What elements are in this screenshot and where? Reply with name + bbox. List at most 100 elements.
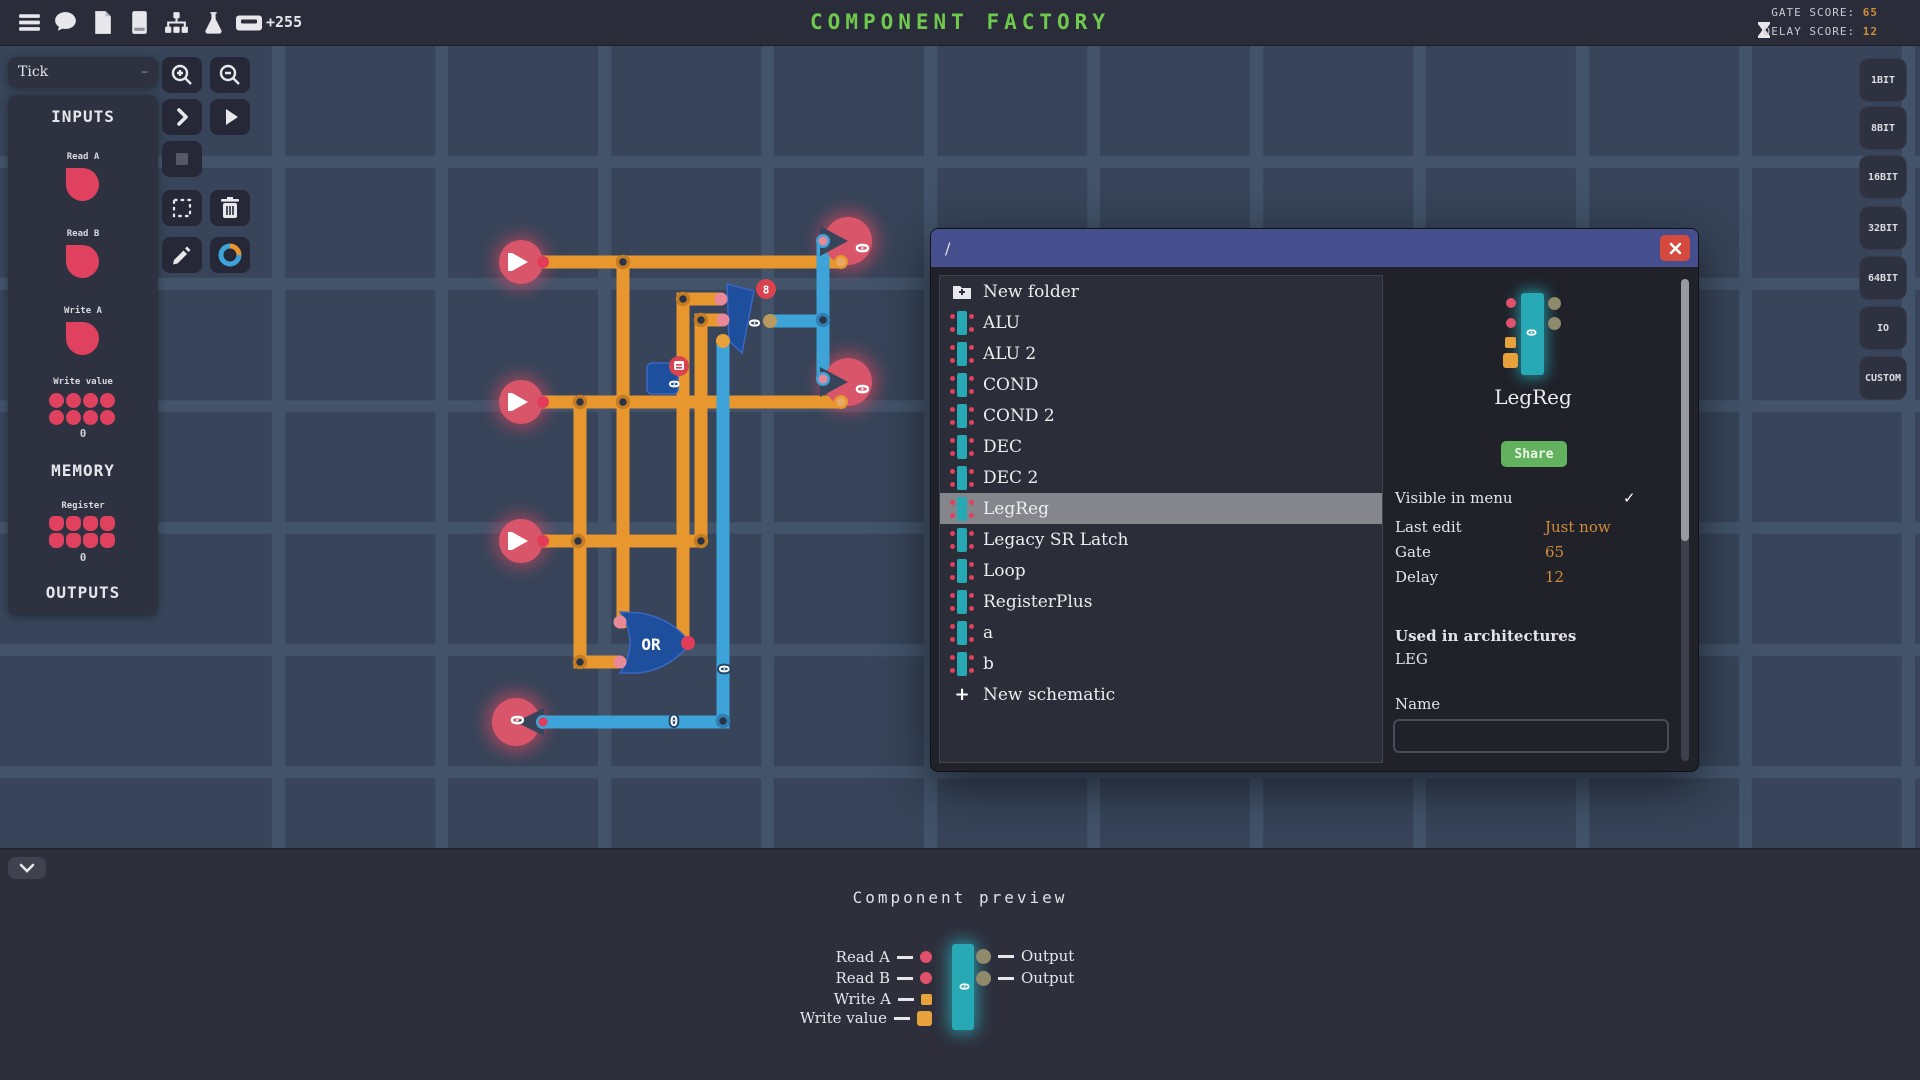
preview-port-read-a: Read A <box>836 948 932 966</box>
bit-button-8bit[interactable]: 8BIT <box>1859 106 1907 150</box>
list-item[interactable]: DEC 2 <box>940 462 1382 493</box>
thumb-pin <box>1506 318 1516 328</box>
dialog-path: / <box>945 238 951 258</box>
gate-value: 65 <box>1545 543 1565 561</box>
component-icon <box>950 372 974 398</box>
list-item[interactable]: Loop <box>940 555 1382 586</box>
component-thumbnail: 0 <box>1521 293 1544 375</box>
visible-in-menu-label: Visible in menu <box>1395 489 1513 507</box>
component-icon <box>950 558 974 584</box>
component-icon <box>950 465 974 491</box>
list-item[interactable]: DEC <box>940 431 1382 462</box>
bit-button-custom[interactable]: CUSTOM <box>1859 356 1907 400</box>
bit-button-io[interactable]: IO <box>1859 306 1907 350</box>
thumb-pin <box>1548 297 1561 310</box>
list-item[interactable]: COND <box>940 369 1382 400</box>
component-icon <box>950 620 974 646</box>
memory-header: MEMORY <box>51 461 115 480</box>
dialog-path-bar[interactable]: / <box>931 229 1698 267</box>
list-item[interactable]: RegisterPlus <box>940 586 1382 617</box>
select-button[interactable] <box>162 190 202 226</box>
top-bar: +255 COMPONENT FACTORY GATE SCORE: 65 DE… <box>0 0 1920 45</box>
used-in-value: LEG <box>1395 650 1428 668</box>
close-button[interactable] <box>1660 235 1690 261</box>
delete-button[interactable] <box>210 190 250 226</box>
write-value-value: 0 <box>79 427 87 440</box>
port-pin <box>921 993 932 1005</box>
write-a-component[interactable] <box>66 322 99 355</box>
bit-button-64bit[interactable]: 64BIT <box>1859 256 1907 300</box>
register-label: Register <box>61 501 105 511</box>
schematics-dialog: / New folder ALU ALU 2 COND COND 2 DEC D… <box>930 228 1699 772</box>
new-folder-icon <box>950 279 974 305</box>
list-item-new-schematic[interactable]: + New schematic <box>940 679 1382 710</box>
share-button[interactable]: Share <box>1501 441 1567 467</box>
bit-button-1bit[interactable]: 1BIT <box>1859 58 1907 102</box>
delay-value: 12 <box>1545 568 1565 586</box>
used-in-label: Used in architectures <box>1395 627 1577 645</box>
bit-button-32bit[interactable]: 32BIT <box>1859 206 1907 250</box>
preview-port-read-b: Read B <box>835 969 932 987</box>
component-icon <box>950 434 974 460</box>
preview-component-value: 0 <box>955 982 971 991</box>
edit-button[interactable] <box>162 237 202 273</box>
detail-scrollbar[interactable] <box>1681 279 1689 761</box>
preview-port-output-2: Output <box>976 969 1074 987</box>
scrollbar-thumb[interactable] <box>1681 279 1689 541</box>
register-component[interactable] <box>49 516 115 548</box>
preview-component: 0 <box>952 944 974 1030</box>
write-value-label: Write value <box>53 377 113 387</box>
list-item-new-folder[interactable]: New folder <box>940 276 1382 307</box>
port-pin <box>976 948 991 964</box>
bit-button-16bit[interactable]: 16BIT <box>1859 155 1907 199</box>
list-item[interactable]: ALU 2 <box>940 338 1382 369</box>
register-value: 0 <box>79 551 87 564</box>
component-icon <box>950 589 974 615</box>
preview-port-output-1: Output <box>976 947 1074 965</box>
app-window: 0 0 8 OR 0 0 0 0 0 +255 COMPONENT FACTOR… <box>0 0 1920 1080</box>
collapse-button[interactable] <box>8 857 46 879</box>
delay-label: Delay <box>1395 568 1439 586</box>
write-value-component[interactable] <box>49 393 115 425</box>
color-wheel-button[interactable] <box>210 237 250 273</box>
read-b-component[interactable] <box>66 245 99 278</box>
close-icon <box>1669 242 1681 254</box>
stop-button[interactable] <box>162 141 202 177</box>
list-item[interactable]: ALU <box>940 307 1382 338</box>
name-label: Name <box>1395 695 1441 713</box>
read-a-label: Read A <box>66 152 100 162</box>
tick-minus-button[interactable]: – <box>141 64 148 80</box>
component-icon <box>950 527 974 553</box>
tick-selector[interactable]: Tick – <box>8 57 158 87</box>
gate-label: Gate <box>1395 543 1431 561</box>
component-palette: INPUTS Read A Read B Write A Write value… <box>8 95 158 615</box>
read-b-label: Read B <box>66 229 100 239</box>
list-item-selected[interactable]: LegReg <box>940 493 1382 524</box>
component-icon <box>950 496 974 522</box>
step-button[interactable] <box>162 99 202 135</box>
name-input[interactable] <box>1393 719 1669 753</box>
visible-checkbox[interactable]: ✓ <box>1623 489 1636 507</box>
thumb-pin <box>1505 337 1516 348</box>
gate-score: GATE SCORE: 65 <box>1771 6 1878 19</box>
component-icon <box>950 651 974 677</box>
port-pin <box>920 951 932 963</box>
play-button[interactable] <box>210 99 250 135</box>
delay-score: DELAY SCORE: 12 <box>1763 25 1878 38</box>
thumb-pin <box>1548 317 1561 330</box>
preview-port-write-value: Write value <box>800 1009 932 1027</box>
preview-panel: Component preview Read A Read B Write A … <box>0 850 1920 1080</box>
list-item[interactable]: a <box>940 617 1382 648</box>
schematic-detail-panel: 0 LegReg Share Visible in menu ✓ Last ed… <box>1393 275 1693 767</box>
zoom-in-button[interactable] <box>162 57 202 93</box>
list-item[interactable]: COND 2 <box>940 400 1382 431</box>
component-icon <box>950 341 974 367</box>
read-a-component[interactable] <box>66 168 99 201</box>
thumb-pin <box>1503 353 1518 368</box>
preview-title: Component preview <box>852 888 1068 907</box>
outputs-header: OUTPUTS <box>45 583 121 602</box>
schematics-list: New folder ALU ALU 2 COND COND 2 DEC DEC… <box>939 275 1383 763</box>
list-item[interactable]: Legacy SR Latch <box>940 524 1382 555</box>
zoom-out-button[interactable] <box>210 57 250 93</box>
list-item[interactable]: b <box>940 648 1382 679</box>
